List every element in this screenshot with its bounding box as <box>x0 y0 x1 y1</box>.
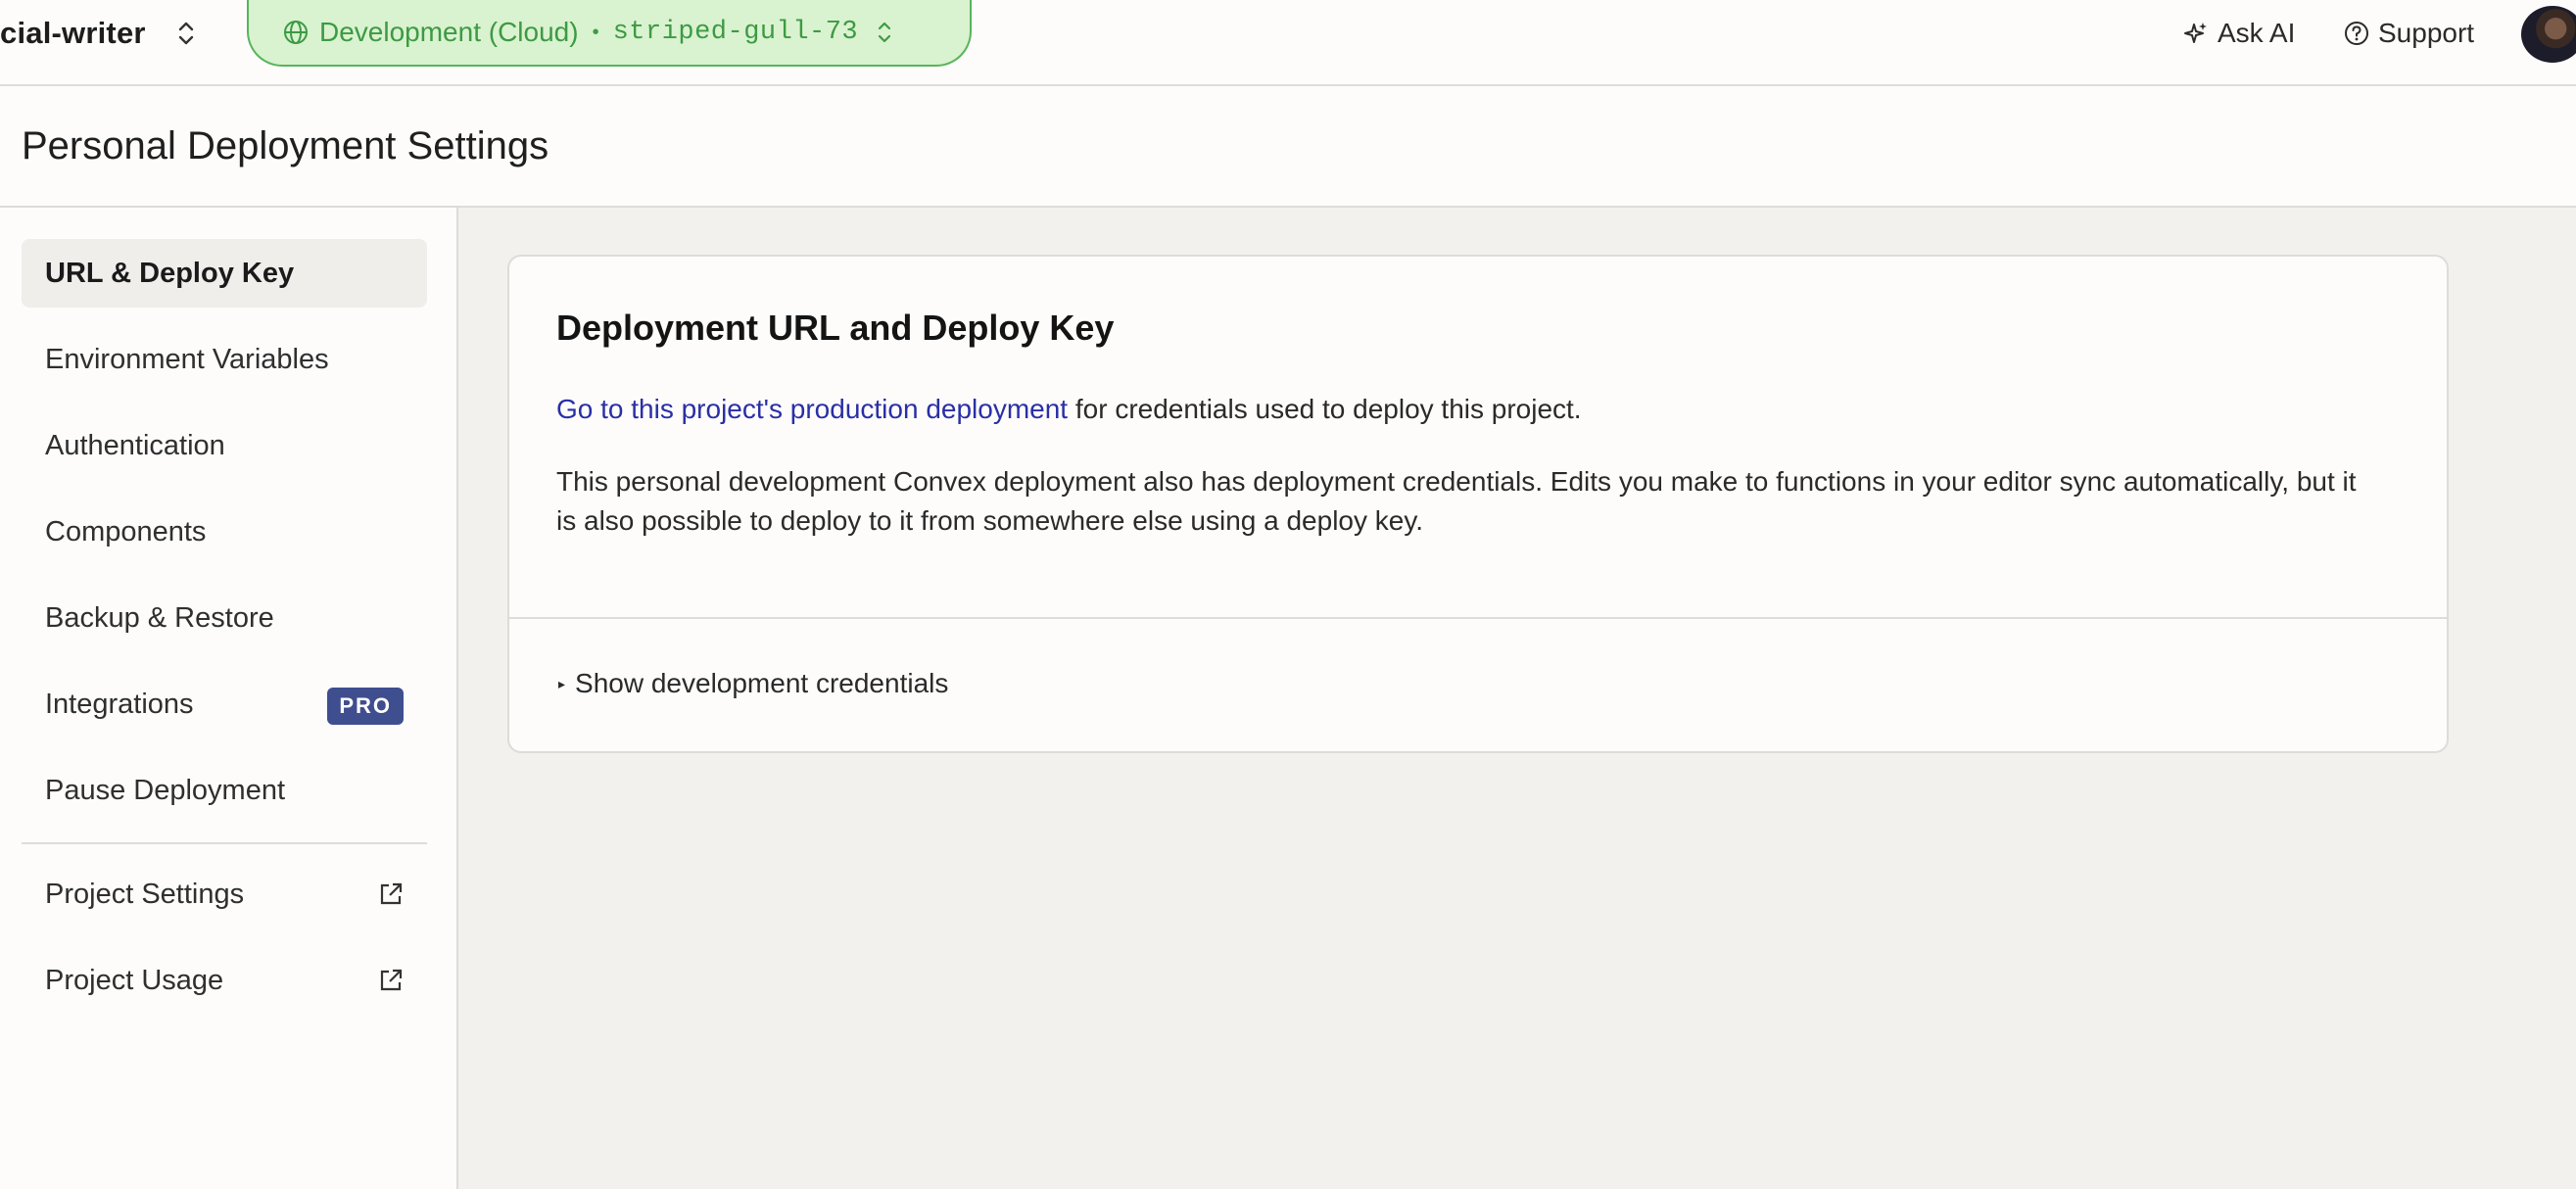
sidebar-item-url-deploy-key[interactable]: URL & Deploy Key <box>22 239 427 308</box>
page-header: Personal Deployment Settings <box>0 86 2576 208</box>
card-title: Deployment URL and Deploy Key <box>556 308 1115 348</box>
sidebar-item-environment-variables[interactable]: Environment Variables <box>22 325 427 394</box>
sidebar-item-label: Integrations <box>45 688 194 720</box>
deployment-selector[interactable]: Development (Cloud) • striped-gull-73 <box>247 0 972 67</box>
question-circle-icon <box>2345 22 2368 45</box>
sidebar-item-components[interactable]: Components <box>22 498 427 566</box>
pro-badge: PRO <box>327 688 404 725</box>
sidebar-item-authentication[interactable]: Authentication <box>22 411 427 480</box>
top-bar: cial-writer Development (Cloud) • stripe… <box>0 0 2576 86</box>
sidebar-item-label: Components <box>45 515 207 547</box>
support-button[interactable]: Support <box>2343 12 2474 55</box>
sidebar-item-label: Backup & Restore <box>45 601 274 634</box>
sidebar-divider <box>22 842 427 844</box>
sidebar-item-label: URL & Deploy Key <box>45 257 295 289</box>
show-credentials-toggle[interactable]: ▸ Show development credentials <box>558 668 948 699</box>
deployment-name: striped-gull-73 <box>612 18 859 47</box>
project-name[interactable]: cial-writer <box>0 12 146 55</box>
sidebar-item-label: Authentication <box>45 429 225 461</box>
page-title: Personal Deployment Settings <box>22 124 549 167</box>
sidebar-item-pause-deployment[interactable]: Pause Deployment <box>22 756 427 825</box>
sidebar-item-project-usage[interactable]: Project Usage <box>22 946 427 1015</box>
production-link-paragraph: Go to this project's production deployme… <box>556 394 1582 425</box>
card-divider <box>509 617 2447 619</box>
disclosure-label: Show development credentials <box>575 668 949 698</box>
sidebar-item-project-settings[interactable]: Project Settings <box>22 860 427 928</box>
ask-ai-label: Ask AI <box>2218 18 2296 48</box>
sidebar-item-backup-restore[interactable]: Backup & Restore <box>22 584 427 652</box>
sidebar-item-integrations[interactable]: Integrations PRO <box>22 670 427 738</box>
external-link-icon <box>380 969 403 991</box>
chevron-up-down-icon <box>879 22 891 43</box>
sidebar-item-label: Project Usage <box>45 964 224 996</box>
ask-ai-button[interactable]: Ask AI <box>2182 12 2295 55</box>
sidebar-item-label: Environment Variables <box>45 343 329 375</box>
disclosure-triangle-icon: ▸ <box>558 675 566 691</box>
production-link-suffix: for credentials used to deploy this proj… <box>1068 394 1582 424</box>
environment-separator: • <box>592 21 599 43</box>
globe-icon <box>284 21 308 44</box>
production-deployment-link[interactable]: Go to this project's production deployme… <box>556 394 1068 424</box>
external-link-icon <box>380 882 403 905</box>
chevron-up-down-icon[interactable] <box>172 18 200 49</box>
user-avatar[interactable] <box>2521 6 2576 63</box>
card-description: This personal development Convex deploym… <box>556 466 2357 536</box>
settings-sidebar: URL & Deploy Key Environment Variables A… <box>0 208 458 1189</box>
sidebar-item-label: Pause Deployment <box>45 774 286 806</box>
sidebar-item-label: Project Settings <box>45 878 245 910</box>
sparkles-icon <box>2184 23 2207 43</box>
deploy-key-card: Deployment URL and Deploy Key Go to this… <box>507 255 2449 753</box>
environment-label: Development (Cloud) <box>319 17 579 47</box>
support-label: Support <box>2378 18 2475 48</box>
